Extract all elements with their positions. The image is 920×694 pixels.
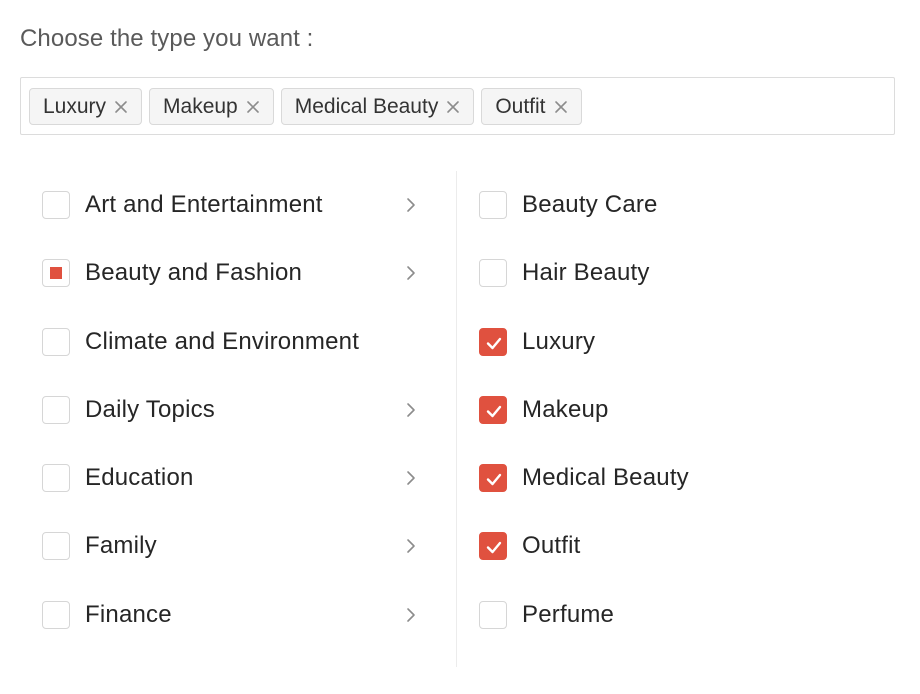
subcategory-item-outfit[interactable]: Outfit [479,526,879,566]
category-label: Education [85,464,194,491]
tag-outfit: Outfit [481,88,582,125]
tag-label: Makeup [163,94,238,118]
subcategory-item-makeup[interactable]: Makeup [479,390,879,430]
close-icon[interactable] [112,98,130,116]
tag-makeup: Makeup [149,88,274,125]
subcategory-item-beauty-care[interactable]: Beauty Care [479,185,879,225]
category-item-climate-and-environment[interactable]: Climate and Environment [42,322,427,362]
checkbox[interactable] [479,259,507,287]
category-label: Art and Entertainment [85,191,323,218]
subcategory-item-luxury[interactable]: Luxury [479,322,879,362]
subcategory-label: Medical Beauty [522,464,689,491]
checkbox[interactable] [42,601,70,629]
column-divider [456,171,457,667]
chevron-right-icon[interactable] [403,197,419,213]
category-item-daily-topics[interactable]: Daily Topics [42,390,427,430]
check-icon [486,405,502,418]
category-item-art-and-entertainment[interactable]: Art and Entertainment [42,185,427,225]
subcategory-label: Perfume [522,601,615,628]
close-icon[interactable] [552,98,570,116]
chevron-right-icon[interactable] [403,607,419,623]
close-icon[interactable] [444,98,462,116]
subcategory-label: Beauty Care [522,191,658,218]
checkbox[interactable] [42,191,70,219]
chevron-right-icon[interactable] [403,402,419,418]
tag-label: Luxury [43,94,107,118]
checkbox[interactable] [479,191,507,219]
tag-luxury: Luxury [29,88,143,125]
checkbox-checked[interactable] [479,328,507,356]
check-icon [486,541,502,554]
subcategory-item-perfume[interactable]: Perfume [479,595,879,635]
subcategory-label: Luxury [522,328,596,355]
checkbox-indeterminate[interactable] [42,259,70,287]
subcategory-item-hair-beauty[interactable]: Hair Beauty [479,253,879,293]
checkbox-checked[interactable] [479,464,507,492]
tag-medical-beauty: Medical Beauty [280,88,475,125]
tag-list: Luxury Makeup Medical Beauty Outfit [29,88,582,125]
checkbox-checked[interactable] [479,396,507,424]
category-item-beauty-and-fashion[interactable]: Beauty and Fashion [42,253,427,293]
subcategory-label: Makeup [522,396,609,423]
close-icon[interactable] [244,98,262,116]
tag-label: Outfit [495,94,546,118]
checkbox-checked[interactable] [479,532,507,560]
check-icon [486,473,502,486]
checkbox[interactable] [42,464,70,492]
chevron-right-icon[interactable] [403,538,419,554]
checkbox[interactable] [42,532,70,560]
selected-tags-field[interactable]: Luxury Makeup Medical Beauty Outfit [20,77,895,135]
checkbox[interactable] [42,328,70,356]
category-item-finance[interactable]: Finance [42,595,427,635]
category-label: Climate and Environment [85,328,360,355]
category-item-education[interactable]: Education [42,458,427,498]
subcategory-item-medical-beauty[interactable]: Medical Beauty [479,458,879,498]
chevron-right-icon[interactable] [403,265,419,281]
subcategory-label: Outfit [522,532,581,559]
tag-label: Medical Beauty [294,94,439,118]
subcategory-label: Hair Beauty [522,259,650,286]
checkbox[interactable] [42,396,70,424]
category-label: Beauty and Fashion [85,259,303,286]
category-label: Family [85,532,157,559]
chevron-right-icon[interactable] [403,470,419,486]
prompt-label: Choose the type you want : [20,25,314,52]
category-item-family[interactable]: Family [42,526,427,566]
check-icon [486,337,502,350]
category-label: Finance [85,601,172,628]
checkbox[interactable] [479,601,507,629]
category-label: Daily Topics [85,396,216,423]
